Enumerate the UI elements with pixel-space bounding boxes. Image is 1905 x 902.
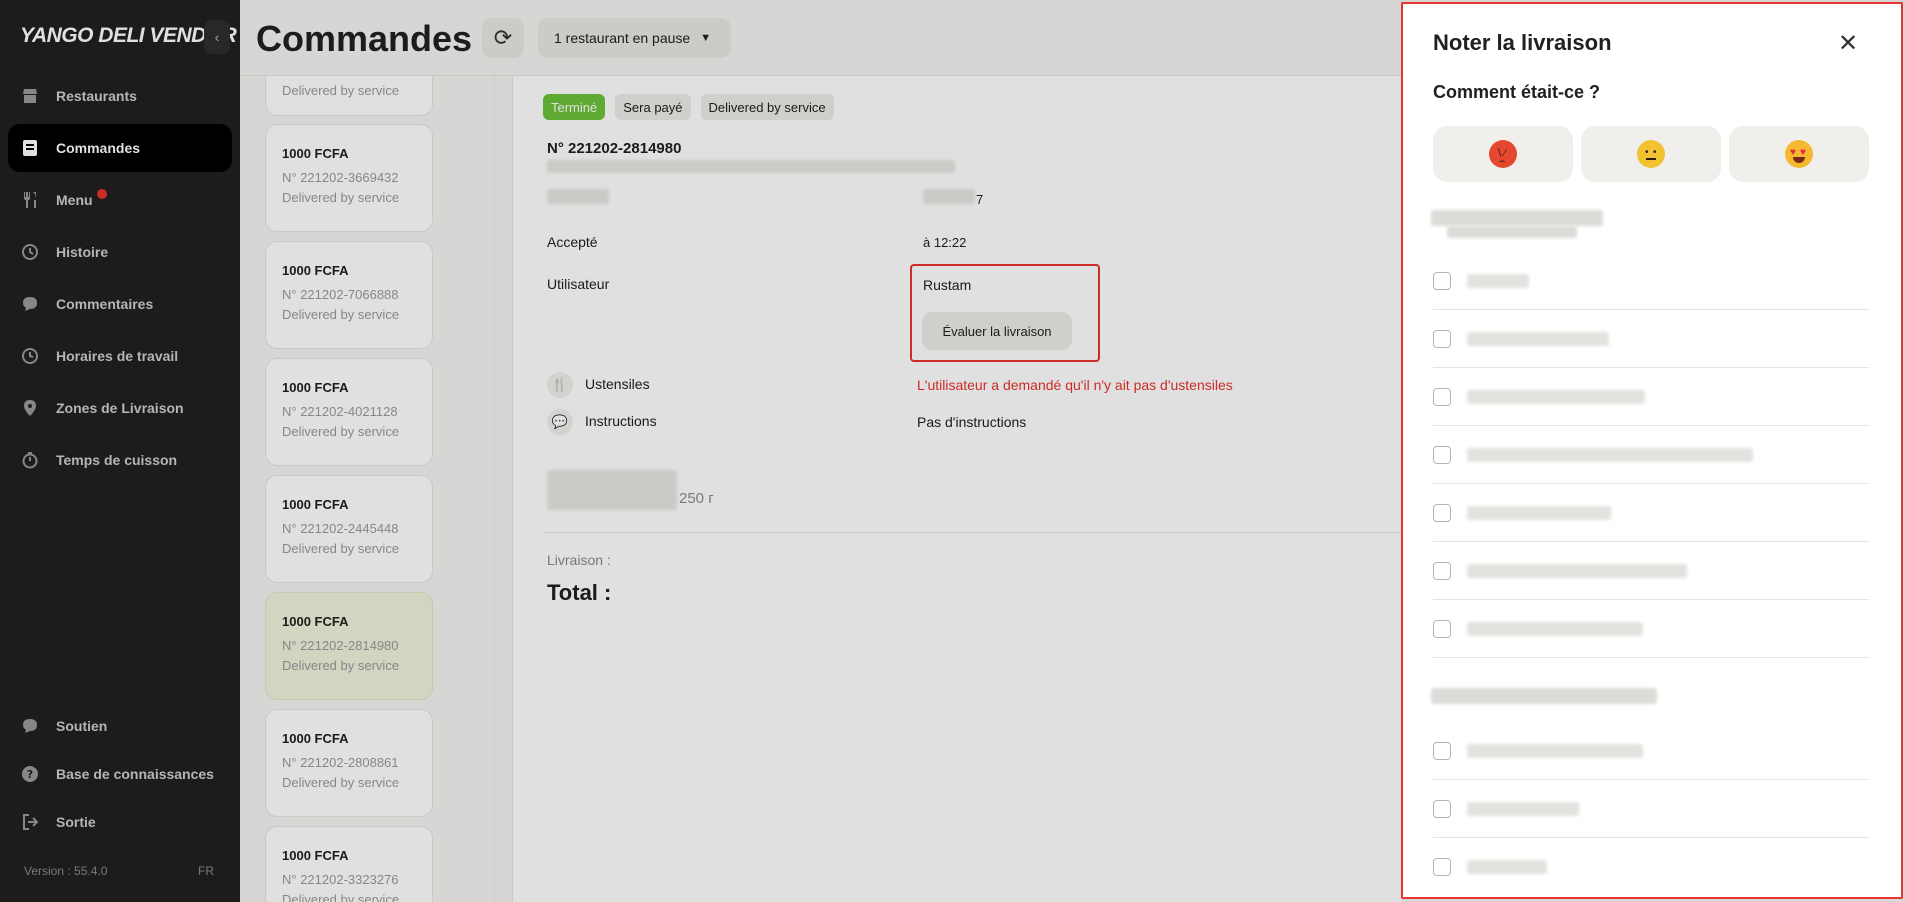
redacted-section-heading	[1431, 688, 1657, 704]
rating-reason-option[interactable]	[1433, 252, 1869, 310]
checkbox[interactable]	[1433, 742, 1451, 760]
rating-reason-option[interactable]	[1433, 780, 1869, 838]
redacted-option-label	[1467, 860, 1547, 874]
rating-reason-option[interactable]	[1433, 484, 1869, 542]
checkbox[interactable]	[1433, 858, 1451, 876]
checkbox[interactable]	[1433, 388, 1451, 406]
close-icon: ✕	[1837, 29, 1859, 57]
rating-reason-option[interactable]	[1433, 310, 1869, 368]
neutral-face-icon: • •	[1637, 140, 1665, 168]
rating-reason-option[interactable]	[1433, 838, 1869, 896]
redacted-option-label	[1467, 744, 1643, 758]
rating-reason-option[interactable]	[1433, 542, 1869, 600]
rating-options: ∖ ∕ ⌢ • • ♥ ♥	[1433, 126, 1869, 182]
rate-delivery-panel: Noter la livraison ✕ Comment était-ce ? …	[1401, 2, 1903, 899]
redacted-option-label	[1467, 802, 1579, 816]
rating-good-button[interactable]: ♥ ♥	[1729, 126, 1869, 182]
rating-bad-button[interactable]: ∖ ∕ ⌢	[1433, 126, 1573, 182]
close-button[interactable]: ✕	[1835, 29, 1861, 57]
checkbox[interactable]	[1433, 800, 1451, 818]
checkbox[interactable]	[1433, 620, 1451, 638]
checkbox[interactable]	[1433, 272, 1451, 290]
rating-question: Comment était-ce ?	[1433, 82, 1601, 102]
redacted-option-label	[1467, 390, 1645, 404]
redacted-section-heading	[1447, 226, 1577, 238]
checkbox[interactable]	[1433, 562, 1451, 580]
redacted-option-label	[1467, 506, 1611, 520]
angry-face-icon: ∖ ∕ ⌢	[1489, 140, 1517, 168]
panel-title: Noter la livraison	[1433, 30, 1612, 55]
rating-reason-option[interactable]	[1433, 600, 1869, 658]
heart-eyes-face-icon: ♥ ♥	[1785, 140, 1813, 168]
redacted-option-label	[1467, 564, 1687, 578]
rating-reason-option[interactable]	[1433, 368, 1869, 426]
rating-reason-option[interactable]	[1433, 722, 1869, 780]
redacted-option-label	[1467, 274, 1529, 288]
checkbox[interactable]	[1433, 504, 1451, 522]
rating-reason-option[interactable]	[1433, 426, 1869, 484]
rating-neutral-button[interactable]: • •	[1581, 126, 1721, 182]
checkbox[interactable]	[1433, 446, 1451, 464]
redacted-option-label	[1467, 622, 1643, 636]
redacted-option-label	[1467, 448, 1753, 462]
redacted-section-heading	[1431, 210, 1603, 226]
checkbox[interactable]	[1433, 330, 1451, 348]
redacted-option-label	[1467, 332, 1609, 346]
